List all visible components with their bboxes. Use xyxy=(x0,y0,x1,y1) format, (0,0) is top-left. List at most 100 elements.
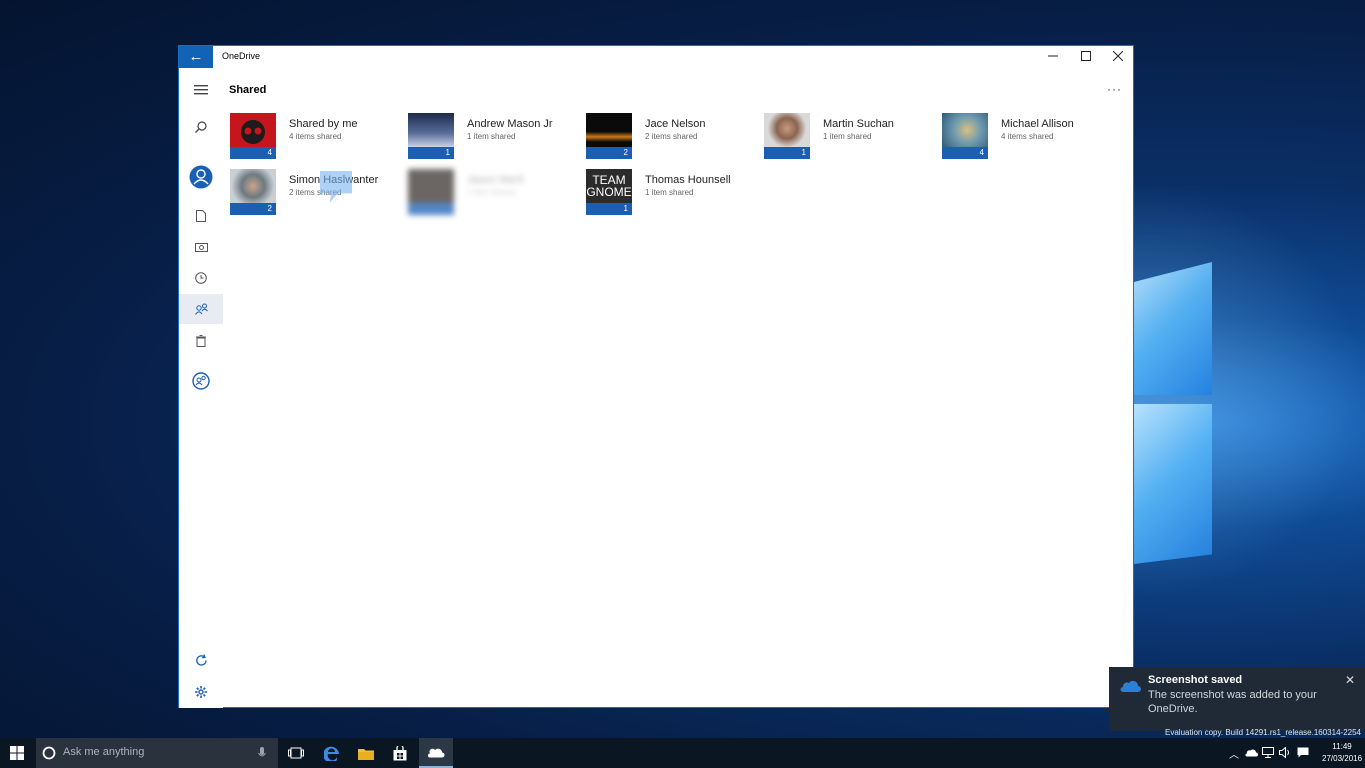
settings-button[interactable] xyxy=(179,677,223,707)
items-shared-count: 1 item shared xyxy=(645,188,694,197)
action-center-icon xyxy=(1297,747,1309,758)
avatar-image xyxy=(230,113,276,147)
system-clock[interactable]: 11:49 27/03/2016 xyxy=(1322,741,1362,765)
photos-icon xyxy=(194,243,208,252)
show-hidden-icons-chevron-icon[interactable]: ︿ xyxy=(1229,746,1239,761)
toast-body: The screenshot was added to your OneDriv… xyxy=(1148,689,1317,715)
onedrive-taskbar-button[interactable] xyxy=(419,738,453,768)
clock-date: 27/03/2016 xyxy=(1322,754,1363,763)
avatar-image xyxy=(586,113,632,147)
item-count-badge: 4 xyxy=(942,147,988,159)
microphone-icon xyxy=(258,747,266,757)
refresh-icon xyxy=(195,653,207,666)
people-button[interactable] xyxy=(179,366,223,396)
files-button[interactable] xyxy=(179,201,223,231)
volume-icon xyxy=(1279,747,1289,758)
edge-button[interactable] xyxy=(315,738,349,768)
team-gnome-logo: TEAM GNOME xyxy=(586,169,632,203)
avatar-image xyxy=(408,113,454,147)
items-shared-count: 2 items shared xyxy=(645,132,698,141)
shared-icon xyxy=(194,303,208,315)
task-view-button[interactable] xyxy=(279,738,313,768)
shared-person-item[interactable]: 1 Andrew Mason Jr 1 item shared xyxy=(408,113,586,159)
item-count-badge: 2 xyxy=(586,147,632,159)
avatar xyxy=(408,169,454,215)
close-button[interactable] xyxy=(1101,46,1134,68)
item-count-badge: 1 xyxy=(408,147,454,159)
maximize-button[interactable] xyxy=(1069,46,1102,68)
avatar: 4 xyxy=(942,113,988,159)
avatar: TEAM GNOME 1 xyxy=(586,169,632,215)
store-button[interactable] xyxy=(383,738,417,768)
shared-person-item[interactable]: TEAM GNOME 1 Thomas Hounsell 1 item shar… xyxy=(586,169,764,215)
person-name: Shared by me xyxy=(289,118,358,130)
onedrive-cloud-icon xyxy=(1120,681,1141,692)
arrow-left-icon: ← xyxy=(188,48,204,65)
person-name: Andrew Mason Jr xyxy=(467,118,553,130)
onedrive-cloud-icon xyxy=(428,748,445,757)
settings-icon xyxy=(195,686,207,698)
recycle-bin-icon xyxy=(196,335,206,347)
avatar: 1 xyxy=(408,113,454,159)
person-name: Thomas Hounsell xyxy=(645,174,731,186)
page-title: Shared xyxy=(229,84,267,96)
account-icon xyxy=(189,165,213,189)
cortana-search-box[interactable]: Ask me anything xyxy=(36,738,278,768)
avatar: 2 xyxy=(230,169,276,215)
file-explorer-button[interactable] xyxy=(349,738,383,768)
start-button[interactable] xyxy=(0,738,34,768)
search-icon xyxy=(195,121,207,133)
avatar: 1 xyxy=(764,113,810,159)
more-options-button[interactable]: ··· xyxy=(1107,82,1122,96)
cortana-circle-icon xyxy=(42,746,56,760)
hamburger-icon xyxy=(194,85,208,95)
person-name: Jace Nelson xyxy=(645,118,706,130)
shared-person-item[interactable]: 4 Shared by me 4 items shared xyxy=(230,113,408,159)
edge-icon xyxy=(324,746,339,761)
person-name: Martin Suchan xyxy=(823,118,894,130)
title-bar: ← OneDrive xyxy=(179,46,1133,68)
avatar-image xyxy=(230,169,276,203)
build-watermark: Evaluation copy. Build 14291.rs1_release… xyxy=(1165,728,1361,737)
shared-button[interactable] xyxy=(179,294,223,324)
avatar-image xyxy=(408,169,454,203)
avatar: 4 xyxy=(230,113,276,159)
avatar: 2 xyxy=(586,113,632,159)
item-count-badge xyxy=(408,203,454,215)
onedrive-tray-icon xyxy=(1245,749,1258,757)
clock-time: 11:49 xyxy=(1332,742,1352,751)
recent-button[interactable] xyxy=(179,263,223,293)
item-count-badge: 1 xyxy=(764,147,810,159)
item-count-badge: 4 xyxy=(230,147,276,159)
recycle-bin-button[interactable] xyxy=(179,326,223,356)
shared-person-item[interactable]: 2 Simon Haslwanter 2 items shared xyxy=(230,169,408,215)
back-button[interactable]: ← xyxy=(179,46,213,68)
taskbar: Ask me anything ︿ 11:49 27/03/2016 xyxy=(0,738,1365,768)
folder-icon xyxy=(358,748,374,760)
files-icon xyxy=(196,210,206,222)
item-count-badge: 2 xyxy=(230,203,276,215)
account-button[interactable] xyxy=(179,160,223,194)
shared-person-item[interactable]: 2 Jace Nelson 2 items shared xyxy=(586,113,764,159)
toast-close-button[interactable]: ✕ xyxy=(1345,673,1355,687)
shared-person-item[interactable]: Jason Merit 1 item shared xyxy=(408,169,586,215)
windows-logo-pane xyxy=(1134,262,1212,395)
minimize-button[interactable] xyxy=(1036,46,1069,68)
person-name: Michael Allison xyxy=(1001,118,1074,130)
toast-title: Screenshot saved xyxy=(1148,674,1243,686)
hamburger-menu-button[interactable] xyxy=(179,75,223,105)
avatar-image xyxy=(764,113,810,147)
shared-person-item[interactable]: 4 Michael Allison 4 items shared xyxy=(942,113,1120,159)
onedrive-window: ← OneDrive Shared ··· 4 Shared by me 4 i… xyxy=(178,45,1134,708)
notification-toast[interactable]: Screenshot saved The screenshot was adde… xyxy=(1109,667,1365,731)
task-view-icon xyxy=(288,747,304,759)
windows-logo-pane xyxy=(1134,404,1212,564)
recent-icon xyxy=(195,272,207,284)
refresh-button[interactable] xyxy=(179,645,223,675)
search-placeholder: Ask me anything xyxy=(63,746,145,758)
shared-person-item[interactable]: 1 Martin Suchan 1 item shared xyxy=(764,113,942,159)
items-shared-count: 1 item shared xyxy=(467,132,516,141)
item-count-badge: 1 xyxy=(586,203,632,215)
search-button[interactable] xyxy=(179,112,223,142)
photos-button[interactable] xyxy=(179,232,223,262)
